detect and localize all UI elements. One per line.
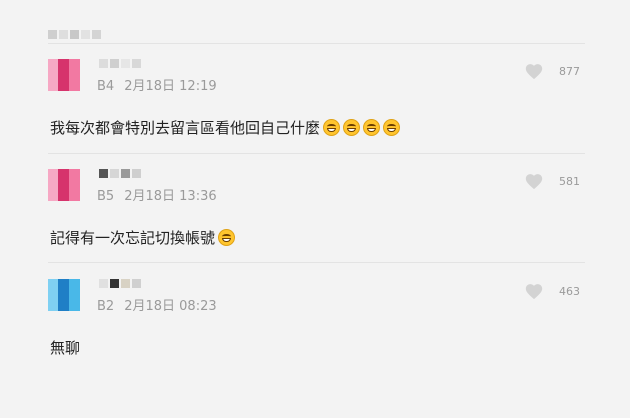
comment-date: 2月18日 13:36 <box>124 189 217 204</box>
comment-text-container: 記得有一次忘記切換帳號 <box>50 227 236 248</box>
avatar-pixel <box>48 279 58 311</box>
blurred-username <box>99 59 141 68</box>
avatar-pixel <box>69 59 80 91</box>
like-button[interactable]: 877 <box>524 62 580 80</box>
avatar-pixel <box>48 59 58 91</box>
laughing-emoji-icon <box>323 119 341 136</box>
avatar[interactable] <box>48 59 80 91</box>
comment-item: B2 2月18日 08:23 463 無聊 <box>0 279 630 387</box>
laughing-emoji-icon <box>363 119 381 136</box>
avatar-pixel <box>58 59 69 91</box>
blurred-header <box>48 30 101 39</box>
avatar-pixel <box>58 279 69 311</box>
blurred-username <box>99 279 141 288</box>
blurred-username <box>99 169 141 178</box>
comment-date: 2月18日 08:23 <box>124 299 217 314</box>
avatar-pixel <box>69 279 80 311</box>
like-button[interactable]: 463 <box>524 282 580 300</box>
comment-date: 2月18日 12:19 <box>124 79 217 94</box>
comment-text: 記得有一次忘記切換帳號 <box>50 229 216 247</box>
comment-item: B4 2月18日 12:19 877 我每次都會特別去留言區看他回自己什麼 <box>0 59 630 167</box>
laughing-emoji-icon <box>218 229 236 246</box>
floor-number: B4 <box>97 79 115 94</box>
like-count: 463 <box>559 284 580 298</box>
heart-icon <box>525 64 543 80</box>
comment-meta: B4 2月18日 12:19 <box>97 75 217 94</box>
comment-meta: B5 2月18日 13:36 <box>97 185 217 204</box>
like-count: 581 <box>559 174 580 188</box>
comment-item: B5 2月18日 13:36 581 記得有一次忘記切換帳號 <box>0 169 630 277</box>
floor-number: B5 <box>97 189 115 204</box>
heart-icon <box>525 284 543 300</box>
divider <box>48 43 585 44</box>
avatar[interactable] <box>48 169 80 201</box>
floor-number: B2 <box>97 299 115 314</box>
laughing-emoji-icon <box>343 119 361 136</box>
like-count: 877 <box>559 64 580 78</box>
avatar-pixel <box>69 169 80 201</box>
comment-meta: B2 2月18日 08:23 <box>97 295 217 314</box>
comment-text: 無聊 <box>50 339 81 357</box>
comment-text-container: 無聊 <box>50 337 80 358</box>
comment-text: 我每次都會特別去留言區看他回自己什麼 <box>50 119 321 137</box>
like-button[interactable]: 581 <box>524 172 580 190</box>
avatar[interactable] <box>48 279 80 311</box>
divider <box>48 153 585 154</box>
comment-panel: B4 2月18日 12:19 877 我每次都會特別去留言區看他回自己什麼 B5 2… <box>0 0 630 418</box>
divider <box>48 262 585 263</box>
comment-text-container: 我每次都會特別去留言區看他回自己什麼 <box>50 117 401 138</box>
avatar-pixel <box>58 169 69 201</box>
avatar-pixel <box>48 169 58 201</box>
heart-icon <box>525 174 543 190</box>
laughing-emoji-icon <box>383 119 401 136</box>
